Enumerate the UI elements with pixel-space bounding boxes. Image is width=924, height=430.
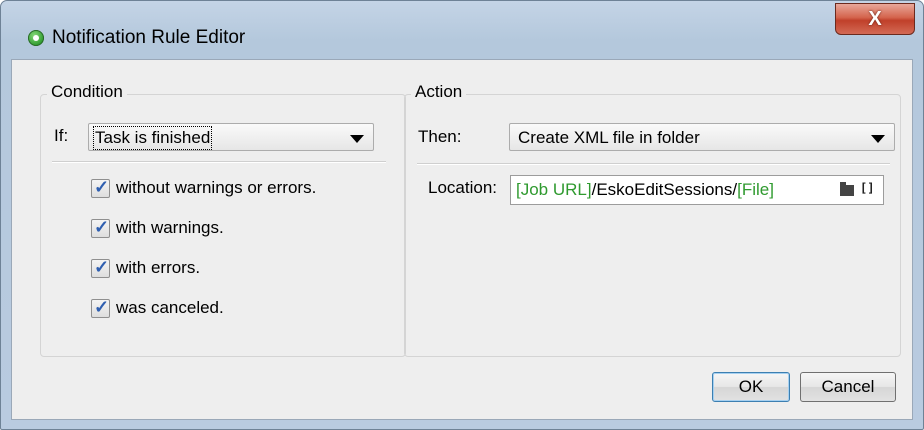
checkbox-label: without warnings or errors. xyxy=(116,178,317,197)
checkbox-label: was canceled. xyxy=(116,298,224,317)
then-label: Then: xyxy=(418,127,462,146)
chevron-down-icon xyxy=(350,135,364,143)
folder-icon[interactable] xyxy=(840,182,854,196)
location-token-file: [File] xyxy=(737,180,774,199)
ok-button[interactable]: OK xyxy=(712,372,790,402)
checkmark-icon: ✓ xyxy=(94,177,110,197)
if-label: If: xyxy=(54,126,69,145)
checkbox-box[interactable]: ✓ xyxy=(91,217,110,238)
then-action-value: Create XML file in folder xyxy=(518,128,700,147)
window-title: Notification Rule Editor xyxy=(52,27,246,48)
app-icon xyxy=(28,30,44,46)
separator xyxy=(52,161,386,163)
checkmark-icon: ✓ xyxy=(94,297,110,317)
close-button[interactable]: X xyxy=(835,3,915,35)
checkmark-icon: ✓ xyxy=(94,257,110,277)
cancel-button[interactable]: Cancel xyxy=(800,372,896,402)
checkbox-label: with errors. xyxy=(116,258,201,277)
action-legend: Action xyxy=(411,82,467,102)
checkbox-box[interactable]: ✓ xyxy=(91,257,110,278)
location-path: /EskoEditSessions/ xyxy=(591,180,738,199)
brackets-icon[interactable]: [] xyxy=(860,181,874,195)
location-token-job-url: [Job URL] xyxy=(516,180,592,199)
separator xyxy=(417,163,890,165)
checkmark-icon: ✓ xyxy=(94,217,110,237)
action-group: Action Then: Create XML file in folder L… xyxy=(404,82,901,357)
location-field[interactable]: [Job URL]/EskoEditSessions/[File] [] xyxy=(510,175,884,205)
location-value: [Job URL]/EskoEditSessions/[File] xyxy=(516,180,774,200)
condition-group: Condition If: Task is finished ✓ without… xyxy=(40,82,406,357)
chevron-down-icon xyxy=(871,135,885,143)
checkbox-box[interactable]: ✓ xyxy=(91,297,110,318)
checkbox-label: with warnings. xyxy=(116,218,224,237)
title-bar[interactable]: Notification Rule Editor X xyxy=(1,1,923,48)
dialog-content: Condition If: Task is finished ✓ without… xyxy=(11,59,913,420)
dialog-window: Notification Rule Editor X Condition If:… xyxy=(0,0,924,430)
condition-legend: Condition xyxy=(47,82,127,102)
if-condition-dropdown[interactable]: Task is finished xyxy=(88,123,374,151)
location-label: Location: xyxy=(428,178,497,197)
then-action-dropdown[interactable]: Create XML file in folder xyxy=(509,123,895,151)
checkbox-box[interactable]: ✓ xyxy=(91,177,110,198)
if-condition-value: Task is finished xyxy=(92,126,213,150)
